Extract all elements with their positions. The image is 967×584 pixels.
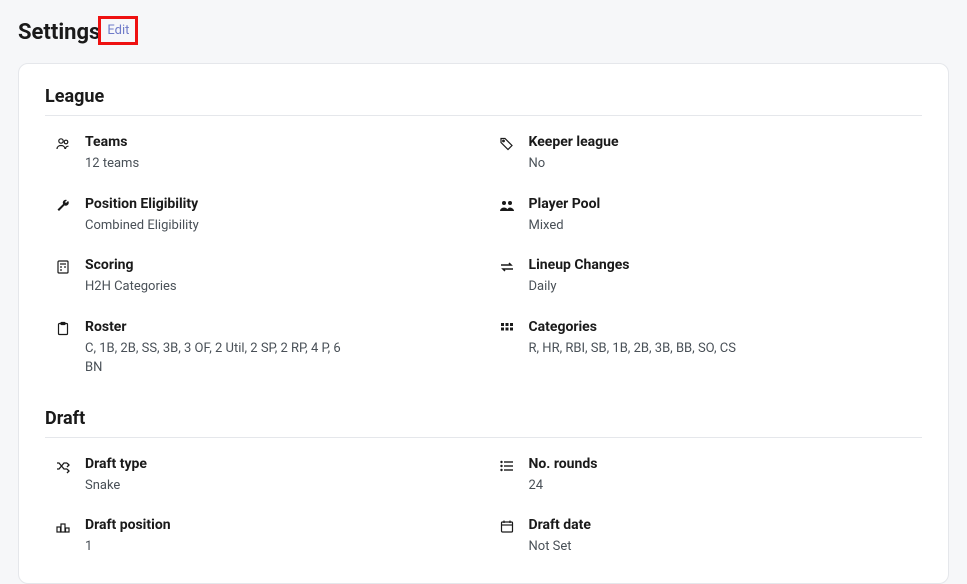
setting-label: No. rounds [529, 456, 913, 472]
setting-lineup: Lineup Changes Daily [499, 257, 913, 297]
setting-value: Combined Eligibility [85, 216, 345, 236]
setting-draft-type: Draft type Snake [55, 456, 469, 496]
league-section-title: League [45, 86, 922, 116]
people-icon [499, 198, 515, 214]
clipboard-icon [55, 321, 71, 337]
shuffle-icon [55, 458, 71, 474]
swap-icon [499, 259, 515, 275]
setting-draft-position: Draft position 1 [55, 517, 469, 557]
draft-section-title: Draft [45, 408, 922, 438]
calculator-icon [55, 259, 71, 275]
setting-value: No [529, 154, 789, 174]
draft-section: Draft Draft type Snake [45, 408, 922, 557]
league-section: League Teams 12 teams [45, 86, 922, 378]
setting-draft-date: Draft date Not Set [499, 517, 913, 557]
setting-eligibility: Position Eligibility Combined Eligibilit… [55, 196, 469, 236]
tag-icon [499, 136, 515, 152]
setting-value: Daily [529, 277, 789, 297]
setting-value: 24 [529, 476, 789, 496]
list-icon [499, 458, 515, 474]
setting-label: Categories [529, 319, 913, 335]
setting-pool: Player Pool Mixed [499, 196, 913, 236]
setting-value: C, 1B, 2B, SS, 3B, 3 OF, 2 Util, 2 SP, 2… [85, 339, 345, 378]
setting-label: Scoring [85, 257, 469, 273]
setting-scoring: Scoring H2H Categories [55, 257, 469, 297]
setting-value: Not Set [529, 537, 789, 557]
edit-button[interactable]: Edit [98, 16, 138, 45]
setting-label: Keeper league [529, 134, 913, 150]
setting-label: Draft date [529, 517, 913, 533]
setting-label: Player Pool [529, 196, 913, 212]
setting-rounds: No. rounds 24 [499, 456, 913, 496]
setting-value: 1 [85, 537, 345, 557]
setting-value: Mixed [529, 216, 789, 236]
setting-label: Draft type [85, 456, 469, 472]
setting-value: R, HR, RBI, SB, 1B, 2B, 3B, BB, SO, CS [529, 339, 789, 359]
setting-label: Teams [85, 134, 469, 150]
setting-value: Snake [85, 476, 345, 496]
page-title: Settings [18, 20, 100, 45]
settings-card: League Teams 12 teams [18, 63, 949, 584]
users-icon [55, 136, 71, 152]
wrench-icon [55, 198, 71, 214]
setting-value: 12 teams [85, 154, 345, 174]
setting-label: Roster [85, 319, 469, 335]
setting-label: Position Eligibility [85, 196, 469, 212]
setting-keeper: Keeper league No [499, 134, 913, 174]
grid-icon [499, 321, 515, 337]
setting-value: H2H Categories [85, 277, 345, 297]
setting-categories: Categories R, HR, RBI, SB, 1B, 2B, 3B, B… [499, 319, 913, 378]
setting-teams: Teams 12 teams [55, 134, 469, 174]
podium-icon [55, 519, 71, 535]
calendar-icon [499, 519, 515, 535]
setting-roster: Roster C, 1B, 2B, SS, 3B, 3 OF, 2 Util, … [55, 319, 469, 378]
setting-label: Lineup Changes [529, 257, 913, 273]
setting-label: Draft position [85, 517, 469, 533]
